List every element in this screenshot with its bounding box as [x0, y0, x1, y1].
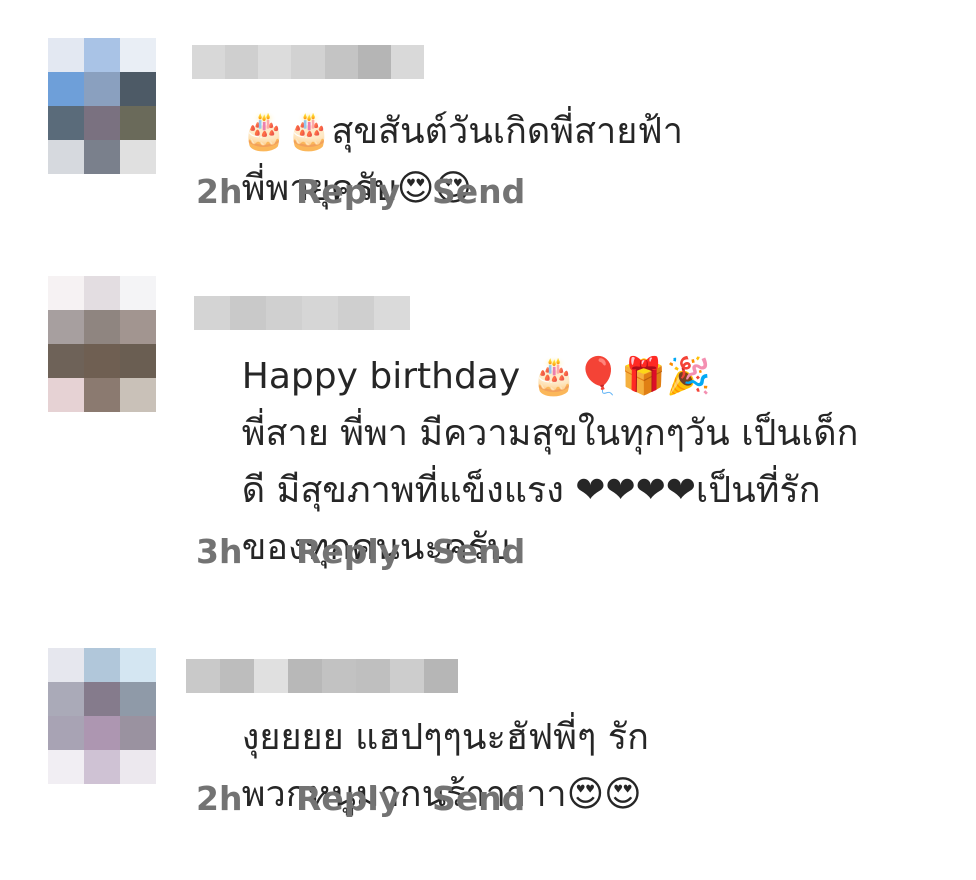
comment-actions: 3h Reply Send: [196, 532, 525, 571]
avatar[interactable]: [48, 648, 156, 784]
timestamp: 2h: [196, 172, 243, 211]
comment-actions: 2h Reply Send: [196, 172, 525, 211]
reply-button[interactable]: Reply: [296, 779, 432, 818]
reply-button[interactable]: Reply: [296, 532, 432, 571]
avatar[interactable]: [48, 276, 156, 412]
send-button[interactable]: Send: [432, 779, 525, 818]
send-button[interactable]: Send: [432, 532, 525, 571]
reply-button[interactable]: Reply: [296, 172, 432, 211]
comment-actions: 2h Reply Send: [196, 779, 525, 818]
timestamp: 2h: [196, 779, 243, 818]
timestamp: 3h: [196, 532, 243, 571]
avatar[interactable]: [48, 38, 156, 174]
send-button[interactable]: Send: [432, 172, 525, 211]
